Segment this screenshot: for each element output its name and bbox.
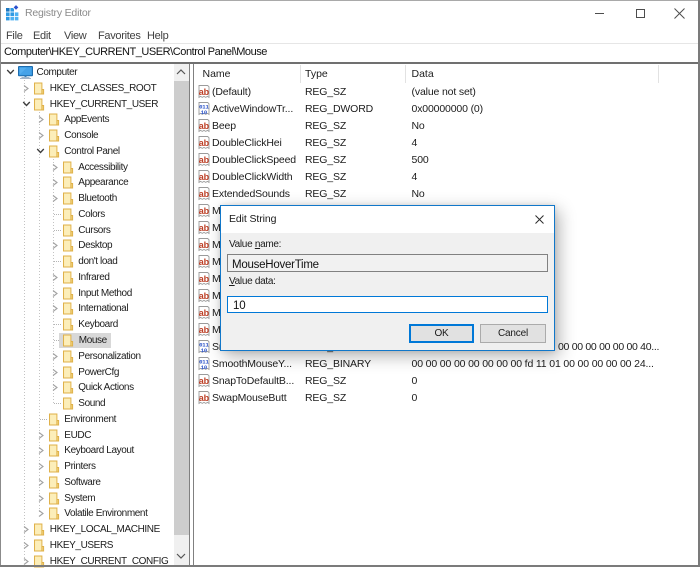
- svg-text:ab: ab: [198, 325, 209, 335]
- svg-text:ab: ab: [198, 240, 209, 250]
- svg-text:ab: ab: [198, 155, 209, 165]
- svg-text:10: 10: [200, 364, 207, 371]
- svg-text:ab: ab: [198, 87, 209, 97]
- svg-text:ab: ab: [198, 121, 209, 131]
- svg-text:ab: ab: [198, 172, 209, 182]
- svg-text:ab: ab: [198, 274, 209, 284]
- svg-text:ab: ab: [198, 393, 209, 403]
- svg-text:10: 10: [200, 347, 207, 354]
- svg-text:ab: ab: [198, 308, 209, 318]
- svg-text:ab: ab: [198, 291, 209, 301]
- svg-text:ab: ab: [198, 138, 209, 148]
- svg-text:ab: ab: [198, 189, 209, 199]
- svg-text:ab: ab: [198, 206, 209, 216]
- svg-text:ab: ab: [198, 223, 209, 233]
- svg-text:10: 10: [200, 109, 207, 116]
- svg-text:ab: ab: [198, 257, 209, 267]
- svg-text:ab: ab: [198, 376, 209, 386]
